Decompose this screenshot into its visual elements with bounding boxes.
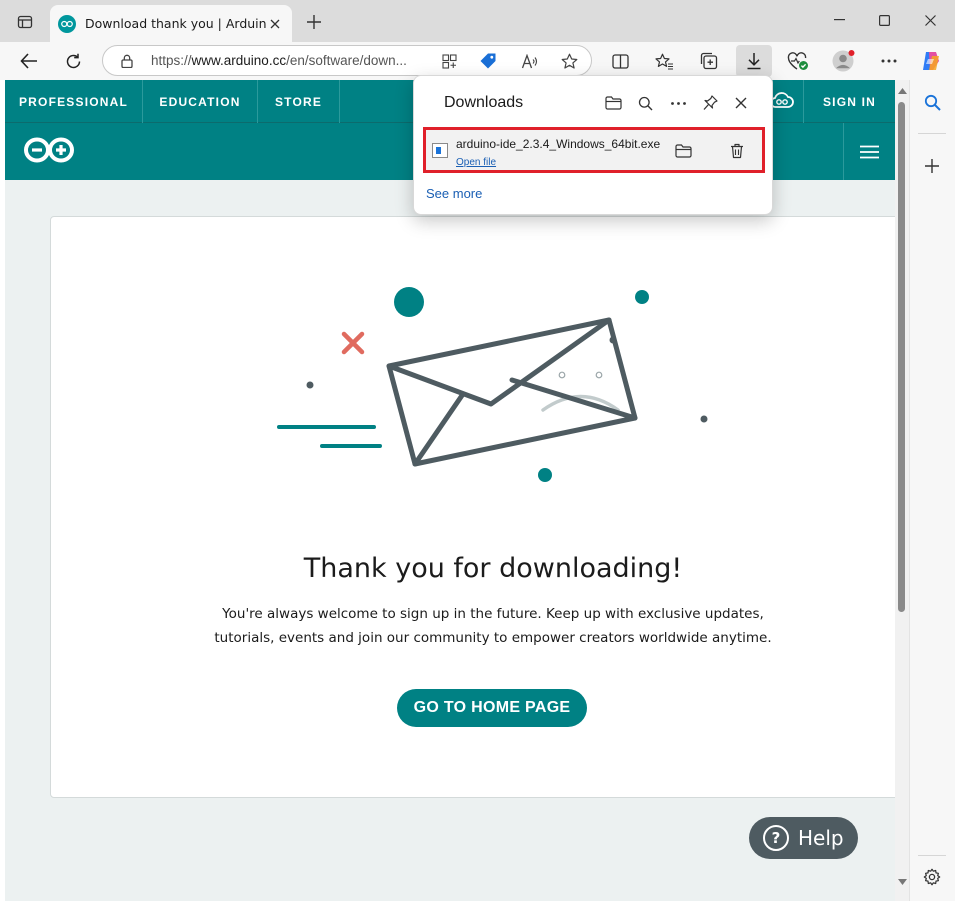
sidebar-divider xyxy=(918,855,946,856)
open-downloads-folder-icon[interactable] xyxy=(601,91,625,115)
scroll-down-icon[interactable] xyxy=(897,877,907,887)
help-button[interactable]: ? Help xyxy=(749,817,858,859)
tab-title: Download thank you | Arduino xyxy=(85,16,266,31)
scroll-thumb[interactable] xyxy=(898,102,905,612)
arduino-favicon-icon xyxy=(58,14,76,33)
nav-education[interactable]: EDUCATION xyxy=(143,80,258,123)
refresh-icon[interactable] xyxy=(58,46,88,76)
scroll-up-icon[interactable] xyxy=(897,86,907,96)
delete-trash-icon[interactable] xyxy=(726,140,748,162)
browser-tab[interactable]: Download thank you | Arduino xyxy=(50,5,292,42)
address-bar[interactable]: https://www.arduino.cc/en/software/down.… xyxy=(102,45,592,76)
title-bar: Download thank you | Arduino xyxy=(0,0,955,42)
thank-you-card: Thank you for downloading! You're always… xyxy=(50,216,895,798)
sidebar-divider xyxy=(918,133,946,134)
arduino-logo-icon[interactable] xyxy=(23,136,78,166)
help-label: Help xyxy=(798,826,844,850)
minimize-icon[interactable] xyxy=(816,6,862,34)
tab-close-icon[interactable] xyxy=(266,15,284,33)
add-icon[interactable] xyxy=(920,154,944,178)
download-filename: arduino-ide_2.3.4_Windows_64bit.exe xyxy=(456,137,661,151)
downloads-flyout: Downloads arduino-ide_2.3.4_Windows_64bi… xyxy=(413,75,773,215)
split-screen-icon[interactable] xyxy=(605,46,635,76)
nav-professional[interactable]: PROFESSIONAL xyxy=(5,80,143,123)
profile-icon[interactable] xyxy=(828,46,858,76)
maximize-icon[interactable] xyxy=(861,6,907,34)
thank-you-heading: Thank you for downloading! xyxy=(303,553,683,584)
more-options-icon[interactable] xyxy=(666,91,690,115)
downloads-icon[interactable] xyxy=(736,45,772,77)
show-in-folder-icon[interactable] xyxy=(672,140,694,162)
envelope-illustration xyxy=(276,277,726,497)
thank-you-body: You're always welcome to sign up in the … xyxy=(214,606,772,646)
url-scheme: https:// xyxy=(151,53,192,68)
favorites-icon[interactable] xyxy=(649,46,679,76)
new-tab-icon[interactable] xyxy=(302,10,326,34)
search-downloads-icon[interactable] xyxy=(633,91,657,115)
go-to-home-page-button[interactable]: GO TO HOME PAGE xyxy=(397,689,587,727)
help-question-icon: ? xyxy=(763,825,789,851)
copilot-icon[interactable] xyxy=(916,46,946,76)
url-host: www.arduino.cc xyxy=(191,53,287,68)
more-icon[interactable] xyxy=(874,46,904,76)
edge-sidebar xyxy=(909,80,955,901)
downloads-title: Downloads xyxy=(444,94,524,111)
url-path: /en/software/down... xyxy=(286,53,407,68)
tab-actions-icon[interactable] xyxy=(10,8,40,36)
see-more-link[interactable]: See more xyxy=(426,186,482,201)
collections-icon[interactable] xyxy=(694,46,724,76)
favorite-star-icon[interactable] xyxy=(557,50,581,72)
download-item[interactable]: arduino-ide_2.3.4_Windows_64bit.exe Open… xyxy=(423,127,765,173)
url-text[interactable]: https://www.arduino.cc/en/software/down.… xyxy=(151,53,426,68)
back-icon[interactable] xyxy=(14,46,44,76)
search-icon[interactable] xyxy=(920,90,944,114)
close-icon[interactable] xyxy=(907,6,953,34)
page-scrollbar[interactable] xyxy=(895,80,909,901)
coupon-icon[interactable] xyxy=(476,50,500,72)
nav-store[interactable]: STORE xyxy=(258,80,340,123)
close-downloads-icon[interactable] xyxy=(729,91,753,115)
menu-icon[interactable] xyxy=(843,123,895,180)
app-available-icon[interactable] xyxy=(437,50,461,72)
read-aloud-icon[interactable] xyxy=(517,50,541,72)
exe-file-icon xyxy=(432,143,448,158)
sign-in-link[interactable]: SIGN IN xyxy=(803,80,895,123)
lock-icon[interactable] xyxy=(115,50,139,72)
pin-icon[interactable] xyxy=(698,91,722,115)
settings-gear-icon[interactable] xyxy=(920,865,944,889)
open-file-link[interactable]: Open file xyxy=(456,157,496,168)
browser-essentials-icon[interactable] xyxy=(783,46,813,76)
